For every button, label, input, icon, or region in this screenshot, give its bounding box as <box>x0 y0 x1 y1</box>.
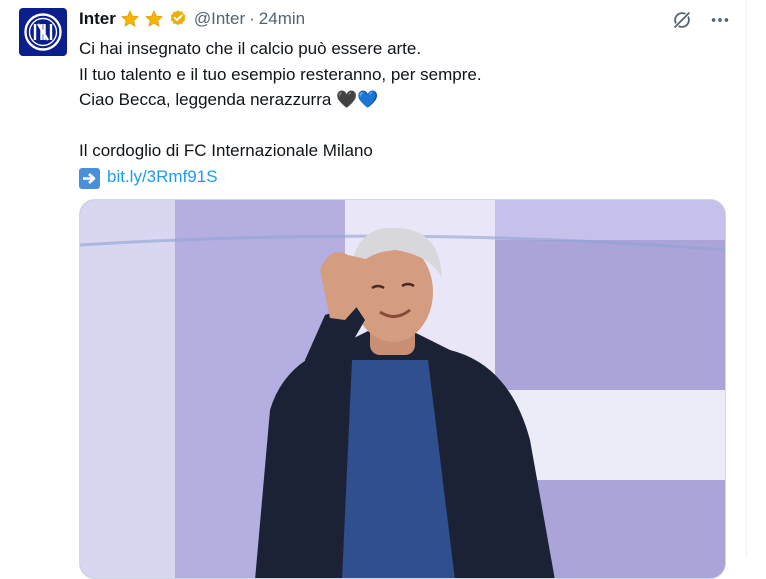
text-line: Ci hai insegnato che il calcio può esser… <box>79 39 422 58</box>
text-line: Il cordoglio di FC Internazionale Milano <box>79 141 373 161</box>
photo-image <box>80 200 725 578</box>
avatar[interactable] <box>19 8 67 56</box>
timestamp[interactable]: 24min <box>259 9 305 29</box>
author-handle[interactable]: @Inter <box>194 9 245 29</box>
timeline-border <box>746 0 747 557</box>
more-icon[interactable] <box>708 8 732 32</box>
arrow-right-emoji-icon <box>79 167 100 189</box>
short-link[interactable]: bit.ly/3Rmf91S <box>107 167 218 186</box>
text-line: Ciao Becca, leggenda nerazzurra 🖤💙 <box>79 90 379 110</box>
link-line: bit.ly/3Rmf91S <box>79 164 719 190</box>
tweet-header: Inter @Inter · 24min <box>79 7 305 31</box>
verified-badge-icon[interactable] <box>168 9 188 29</box>
inter-logo-icon <box>24 13 62 51</box>
tweet-photo[interactable] <box>79 199 726 579</box>
star-icon <box>144 9 164 29</box>
author-name[interactable]: Inter <box>79 9 116 29</box>
tweet[interactable]: Inter @Inter · 24min Ci hai insegnato ch… <box>0 0 746 579</box>
text-line <box>79 113 719 139</box>
tweet-text: Ci hai insegnato che il calcio può esser… <box>79 36 719 190</box>
separator-dot: · <box>249 9 255 28</box>
star-icon <box>120 9 140 29</box>
grok-icon[interactable] <box>670 8 694 32</box>
text-line: Il tuo talento e il tuo esempio resteran… <box>79 64 482 84</box>
